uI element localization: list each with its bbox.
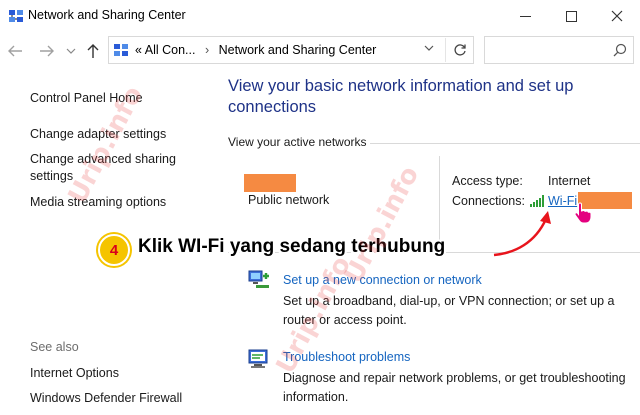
minimize-icon (519, 15, 531, 17)
internet-options-link[interactable]: Internet Options (30, 365, 119, 382)
search-input[interactable] (484, 36, 634, 64)
step-number: 4 (109, 241, 119, 259)
arrow-left-icon (8, 45, 22, 57)
section-divider (370, 143, 640, 144)
forward-button[interactable] (36, 40, 58, 62)
access-type-value: Internet (548, 174, 591, 188)
see-also-heading: See also (30, 340, 79, 354)
up-button[interactable] (82, 40, 104, 62)
breadcrumb-separator-icon[interactable]: › (205, 43, 209, 57)
address-bar[interactable]: « All Con... › Network and Sharing Cente… (108, 36, 474, 64)
minimize-button[interactable] (502, 0, 548, 32)
redacted-network-name (244, 174, 296, 192)
maximize-icon (565, 10, 577, 22)
page-title: View your basic network information and … (228, 77, 574, 116)
maximize-button[interactable] (548, 0, 594, 32)
refresh-button[interactable] (445, 38, 473, 62)
chevron-down-icon (424, 45, 434, 51)
close-button[interactable] (594, 0, 640, 32)
step-badge: 4 (98, 234, 130, 266)
chevron-down-icon (66, 48, 76, 54)
hand-cursor-icon (574, 202, 592, 224)
title-bar: Network and Sharing Center (0, 0, 640, 32)
active-networks-label: View your active networks (228, 135, 367, 149)
breadcrumb-root[interactable]: All Con... (145, 43, 196, 57)
refresh-icon (453, 44, 466, 56)
annotation-arrow-icon (493, 211, 551, 257)
arrow-right-icon (40, 45, 54, 57)
active-network-panel: Public network Access type: Internet Con… (228, 156, 640, 251)
recent-locations-button[interactable] (60, 40, 82, 62)
troubleshoot-description: Diagnose and repair network problems, or… (283, 371, 626, 404)
control-panel-icon (114, 44, 128, 56)
close-icon (611, 10, 623, 22)
troubleshoot-icon (248, 349, 268, 368)
access-type-label: Access type: (452, 174, 523, 188)
breadcrumb-current[interactable]: Network and Sharing Center (219, 43, 377, 57)
breadcrumb-chevron-icon: « (135, 43, 142, 57)
media-streaming-link[interactable]: Media streaming options (30, 194, 166, 211)
address-dropdown-button[interactable] (421, 42, 437, 58)
arrow-up-icon (87, 44, 99, 58)
back-button[interactable] (4, 40, 26, 62)
instruction-caption: Klik WI-Fi yang sedang terhubung (138, 236, 446, 257)
network-setup-icon (248, 270, 269, 288)
navigation-bar: « All Con... › Network and Sharing Cente… (0, 32, 640, 70)
breadcrumb: « All Con... › Network and Sharing Cente… (135, 43, 376, 57)
network-type-link[interactable]: Public network (248, 193, 329, 207)
windows-defender-firewall-link[interactable]: Windows Defender Firewall (30, 390, 182, 407)
search-icon (613, 43, 627, 57)
window-title: Network and Sharing Center (28, 8, 186, 22)
network-center-icon (9, 10, 23, 22)
